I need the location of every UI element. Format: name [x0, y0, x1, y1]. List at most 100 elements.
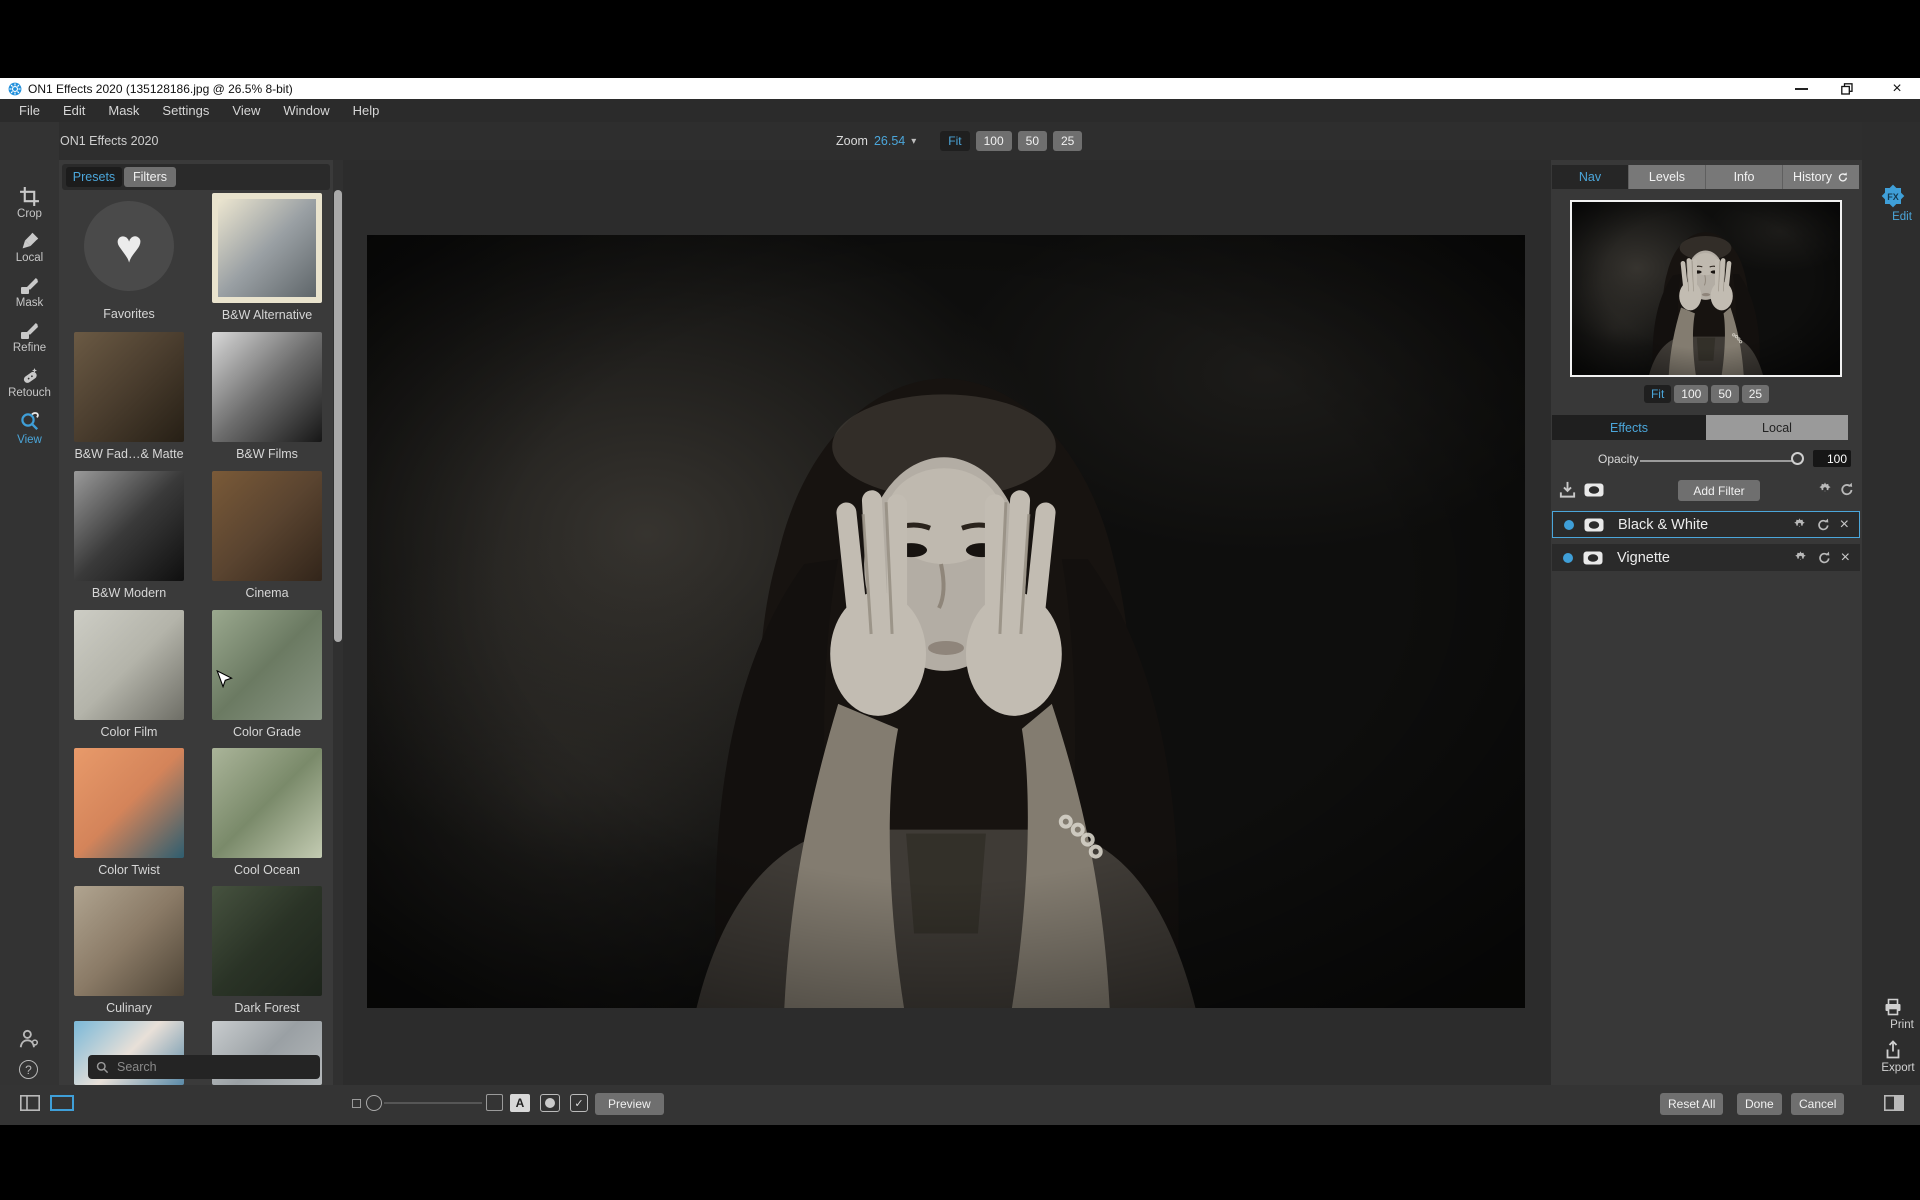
zoom-50-button[interactable]: 50 — [1018, 131, 1047, 151]
filter-gear-icon[interactable] — [1793, 550, 1808, 565]
export-icon[interactable] — [1883, 1040, 1903, 1060]
tab-local[interactable]: Local — [1706, 415, 1848, 440]
zoom-100-button[interactable]: 100 — [976, 131, 1012, 151]
preset-thumb — [212, 610, 322, 720]
tool-view[interactable]: View — [0, 411, 59, 446]
size-slider-track[interactable] — [384, 1102, 482, 1104]
preset-bw-modern[interactable]: B&W Modern — [64, 471, 194, 600]
brush-size-small-icon — [352, 1099, 361, 1108]
menu-edit[interactable]: Edit — [58, 103, 90, 118]
menu-window[interactable]: Window — [278, 103, 334, 118]
chevron-down-icon[interactable]: ▾ — [911, 136, 916, 147]
effects-reset-undo-icon[interactable] — [1839, 481, 1855, 497]
tool-mask[interactable]: Mask — [0, 276, 59, 309]
opacity-slider-track[interactable] — [1640, 460, 1798, 462]
preset-bw-films[interactable]: B&W Films — [202, 332, 332, 461]
preview-button[interactable]: Preview — [595, 1093, 664, 1115]
tab-filters[interactable]: Filters — [124, 167, 176, 187]
preset-cool-ocean[interactable]: Cool Ocean — [202, 748, 332, 877]
favorites-thumb: ♥ — [84, 201, 174, 291]
tool-refine[interactable]: Refine — [0, 321, 59, 354]
toggle-left-panel-icon[interactable] — [20, 1095, 40, 1111]
preset-dark-forest[interactable]: Dark Forest — [202, 886, 332, 1015]
menu-view[interactable]: View — [227, 103, 265, 118]
filter-delete-icon[interactable]: × — [1841, 550, 1850, 566]
close-icon: × — [1892, 78, 1901, 99]
filter-mask-icon[interactable] — [1584, 518, 1604, 532]
bottom-bar — [0, 1085, 1920, 1125]
nav-25-button[interactable]: 25 — [1742, 385, 1769, 403]
menu-mask[interactable]: Mask — [103, 103, 144, 118]
filter-row-vignette[interactable]: Vignette × — [1552, 544, 1860, 571]
opacity-value[interactable]: 100 — [1813, 450, 1851, 467]
filter-undo-icon[interactable] — [1816, 517, 1831, 532]
original-view-icon[interactable]: A — [510, 1094, 530, 1112]
filter-enabled-dot[interactable] — [1564, 520, 1574, 530]
tool-crop[interactable]: Crop — [0, 186, 59, 220]
mask-brush-icon — [20, 276, 40, 296]
preset-bw-faded-matte[interactable]: B&W Fad…& Matte — [64, 332, 194, 461]
account-icon[interactable] — [18, 1028, 40, 1050]
window-title: ON1 Effects 2020 (135128186.jpg @ 26.5% … — [28, 82, 293, 96]
minimize-button[interactable] — [1786, 78, 1816, 99]
app-window-icon — [8, 82, 22, 96]
compare-view-icon[interactable] — [486, 1094, 503, 1111]
toggle-right-panel-icon[interactable] — [1884, 1095, 1904, 1111]
done-button[interactable]: Done — [1737, 1093, 1782, 1115]
menu-settings[interactable]: Settings — [157, 103, 214, 118]
restore-button[interactable] — [1832, 78, 1862, 99]
close-button[interactable]: × — [1880, 78, 1914, 99]
preset-cinema[interactable]: Cinema — [202, 471, 332, 600]
tab-presets[interactable]: Presets — [66, 167, 122, 187]
filter-undo-icon[interactable] — [1817, 550, 1832, 565]
menu-file[interactable]: File — [14, 103, 45, 118]
tool-retouch[interactable]: Retouch — [0, 366, 59, 399]
presets-scrollbar[interactable] — [334, 190, 342, 642]
preset-favorites[interactable]: ♥ Favorites — [64, 193, 194, 321]
global-mask-icon[interactable] — [1584, 483, 1604, 497]
tab-history[interactable]: History — [1783, 165, 1859, 189]
mask-view-icon[interactable] — [540, 1094, 560, 1112]
preset-bw-alternative[interactable]: B&W Alternative — [202, 193, 332, 322]
filter-mask-icon[interactable] — [1583, 551, 1603, 565]
filter-gear-icon[interactable] — [1792, 517, 1807, 532]
nav-50-button[interactable]: 50 — [1711, 385, 1738, 403]
zoom-25-button[interactable]: 25 — [1053, 131, 1082, 151]
size-slider-handle[interactable] — [366, 1095, 382, 1111]
show-mask-checkbox-icon[interactable]: ✓ — [570, 1094, 588, 1112]
preset-color-film[interactable]: Color Film — [64, 610, 194, 739]
zoom-fit-button[interactable]: Fit — [940, 131, 969, 151]
filter-enabled-dot[interactable] — [1563, 553, 1573, 563]
tool-local[interactable]: Local — [0, 231, 59, 264]
nav-100-button[interactable]: 100 — [1674, 385, 1708, 403]
print-icon[interactable] — [1883, 997, 1903, 1017]
search-input[interactable] — [115, 1059, 299, 1075]
search-icon — [96, 1061, 109, 1074]
effects-settings-gear-icon[interactable] — [1817, 481, 1833, 497]
preset-thumb — [212, 886, 322, 996]
tab-levels[interactable]: Levels — [1629, 165, 1706, 189]
reset-all-button[interactable]: Reset All — [1660, 1093, 1723, 1115]
import-preset-icon[interactable] — [1558, 480, 1577, 499]
preset-culinary[interactable]: Culinary — [64, 886, 194, 1015]
tab-nav[interactable]: Nav — [1552, 165, 1629, 189]
preset-thumb — [74, 332, 184, 442]
menu-help[interactable]: Help — [348, 103, 385, 118]
nav-fit-button[interactable]: Fit — [1644, 385, 1671, 403]
single-view-mode-button[interactable] — [50, 1095, 74, 1111]
help-icon[interactable]: ? — [19, 1060, 38, 1079]
tab-info[interactable]: Info — [1706, 165, 1783, 189]
filter-delete-icon[interactable]: × — [1840, 517, 1849, 533]
preset-search[interactable] — [88, 1055, 320, 1079]
filter-row-black-white[interactable]: Black & White × — [1552, 511, 1860, 538]
preset-color-twist[interactable]: Color Twist — [64, 748, 194, 877]
zoom-value[interactable]: 26.54 — [874, 134, 905, 148]
right-panel-tabs: Nav Levels Info History — [1552, 165, 1859, 189]
nav-preview[interactable] — [1570, 200, 1842, 377]
main-photo[interactable] — [367, 235, 1525, 1008]
opacity-slider-handle[interactable] — [1791, 452, 1804, 465]
edit-module-button[interactable]: FX — [1880, 183, 1906, 209]
add-filter-button[interactable]: Add Filter — [1678, 480, 1760, 501]
cancel-button[interactable]: Cancel — [1791, 1093, 1844, 1115]
tab-effects[interactable]: Effects — [1552, 415, 1706, 440]
